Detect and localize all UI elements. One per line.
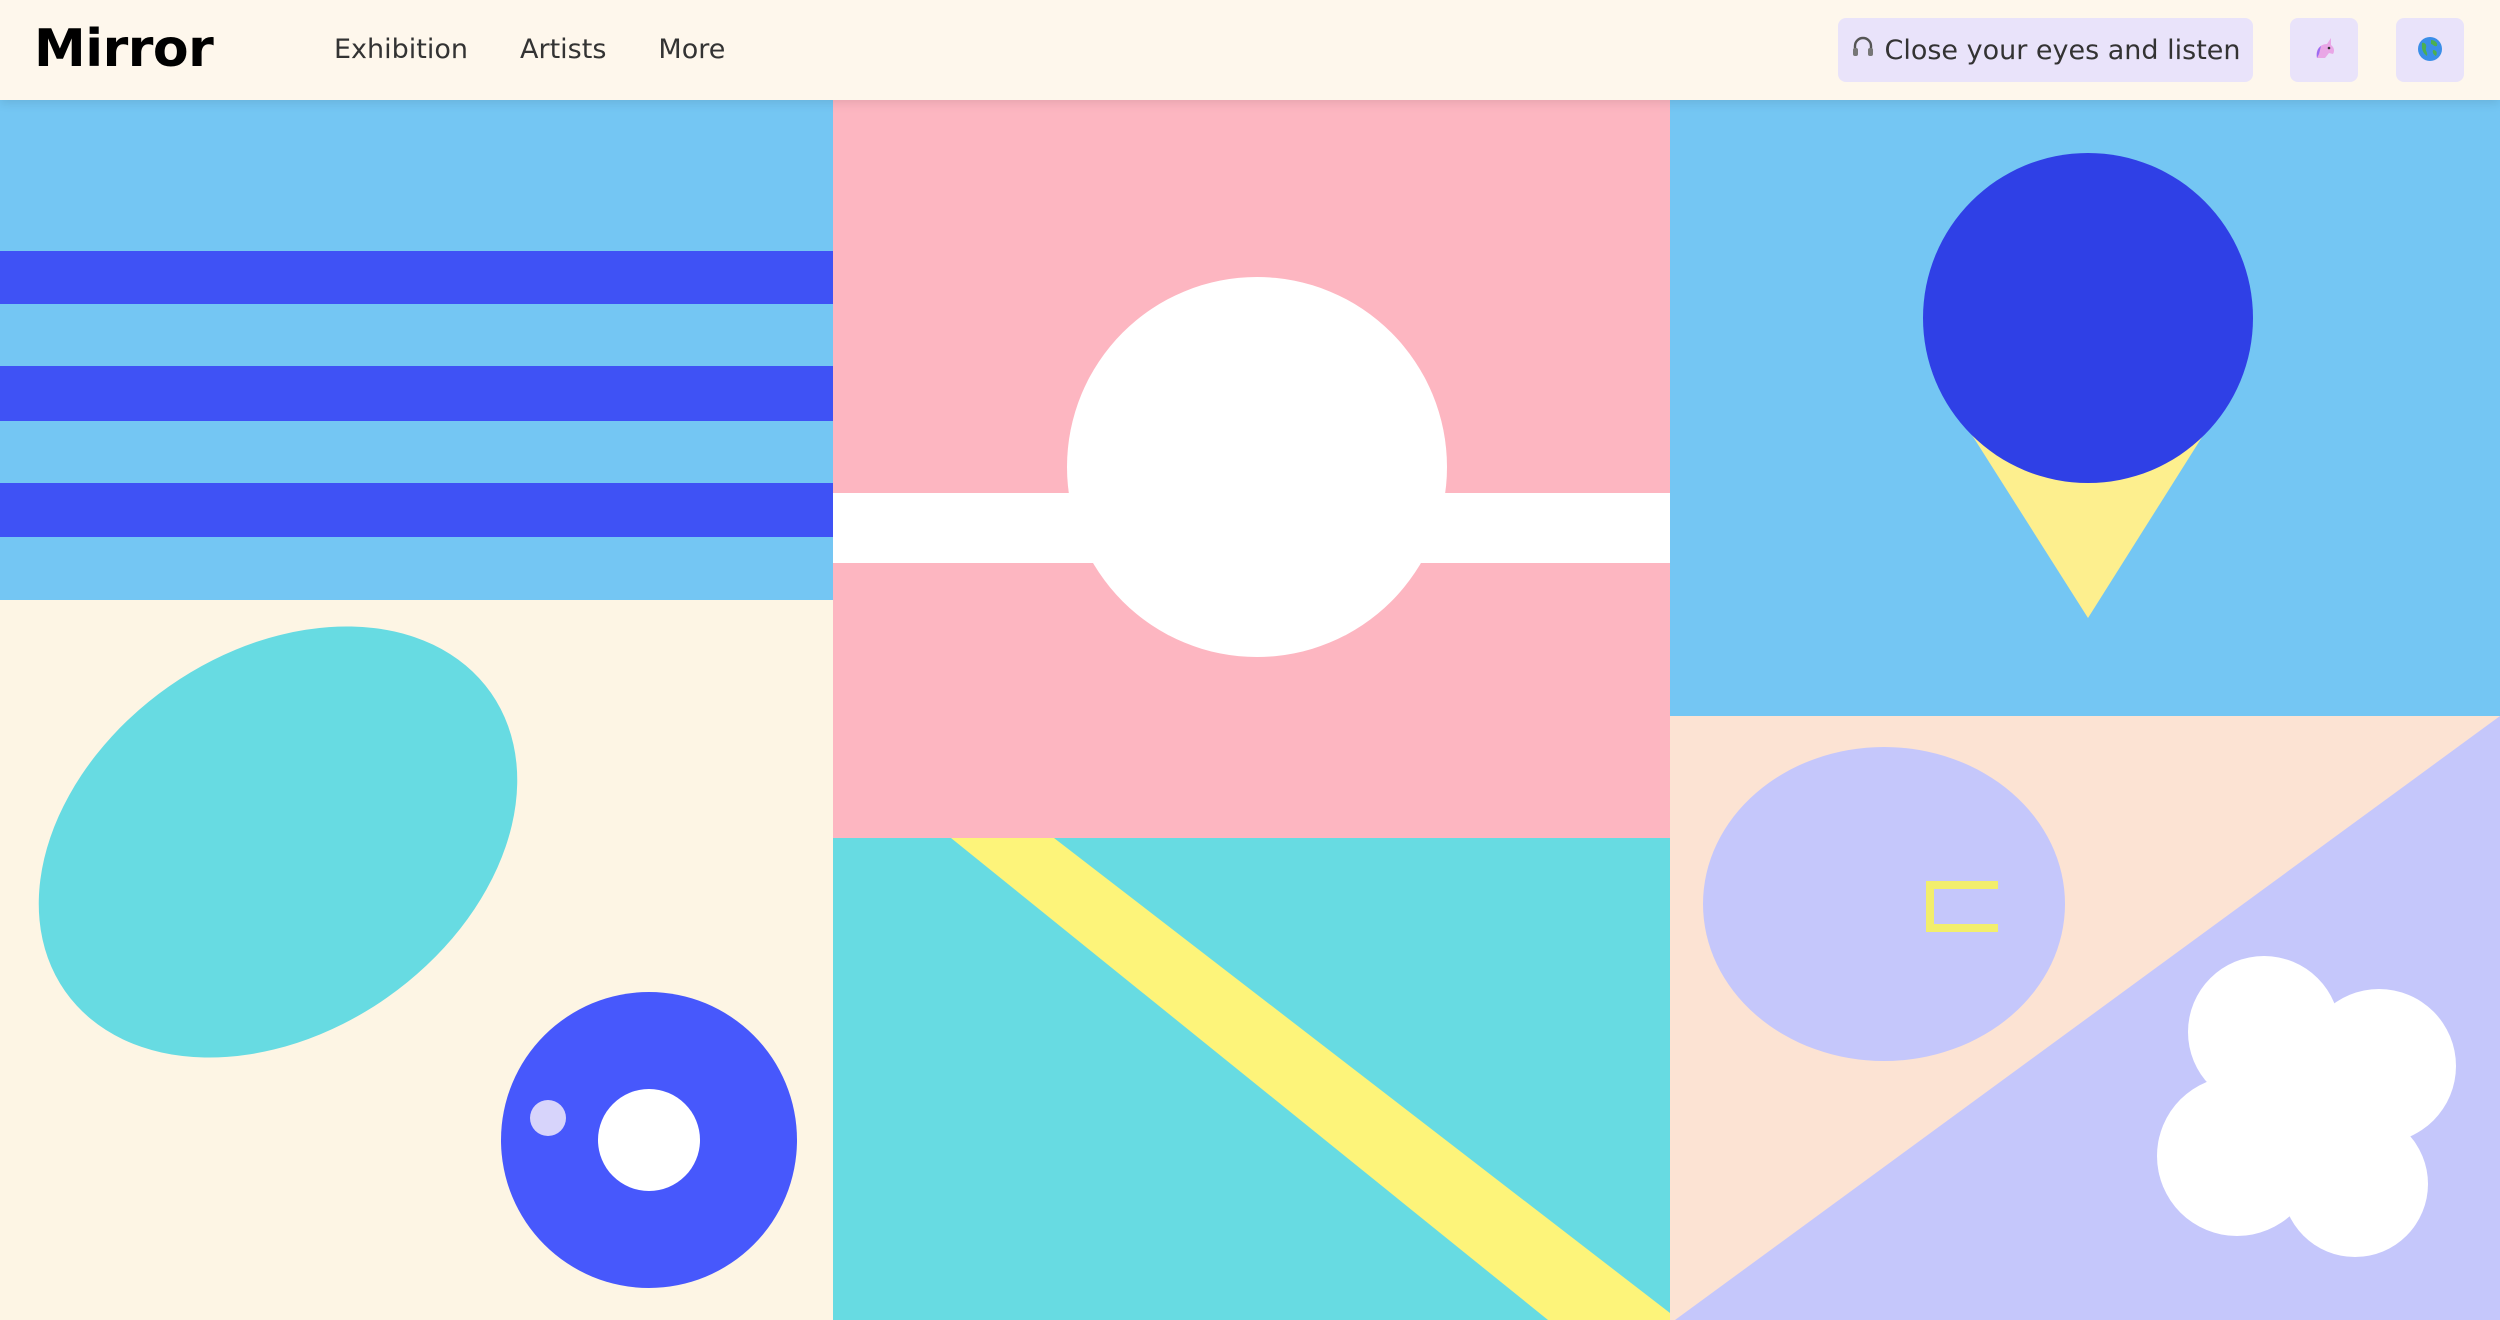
language-button[interactable] — [2396, 18, 2464, 82]
nav-item-artists[interactable]: Artists — [520, 30, 606, 70]
listen-label: Close your eyes and listen — [1884, 34, 2241, 66]
nav-item-exhibition[interactable]: Exhibition — [334, 30, 468, 70]
artwork-grid — [0, 0, 2500, 1320]
lavender-ellipse — [1703, 747, 2065, 1061]
white-circle — [1067, 277, 1447, 657]
eye-dot — [530, 1100, 566, 1136]
artwork-canvas — [0, 0, 2500, 1320]
blue-circle — [1923, 153, 2253, 483]
artwork-tile-cloud[interactable] — [1670, 716, 2500, 1320]
stripe — [0, 366, 833, 421]
top-header: Mirror Exhibition Artists More Close you… — [0, 0, 2500, 100]
eye-pupil — [598, 1089, 700, 1191]
listen-button[interactable]: Close your eyes and listen — [1838, 18, 2253, 82]
artwork-tile-eye[interactable] — [0, 537, 833, 1320]
main-nav: Exhibition Artists More — [334, 30, 725, 70]
artwork-tile-diagonal[interactable] — [833, 838, 1670, 1320]
globe-icon — [2416, 35, 2444, 66]
headphones-icon — [1850, 34, 1876, 67]
unicorn-icon — [2309, 34, 2339, 67]
stripe — [0, 251, 833, 304]
artwork-tile-icecream[interactable] — [1670, 0, 2500, 716]
artwork-tile-sun[interactable] — [833, 0, 1670, 838]
nav-item-more[interactable]: More — [658, 30, 725, 70]
site-logo[interactable]: Mirror — [34, 18, 214, 80]
stripe — [0, 483, 833, 537]
white-cloud — [2157, 956, 2456, 1257]
theme-button[interactable] — [2290, 18, 2358, 82]
